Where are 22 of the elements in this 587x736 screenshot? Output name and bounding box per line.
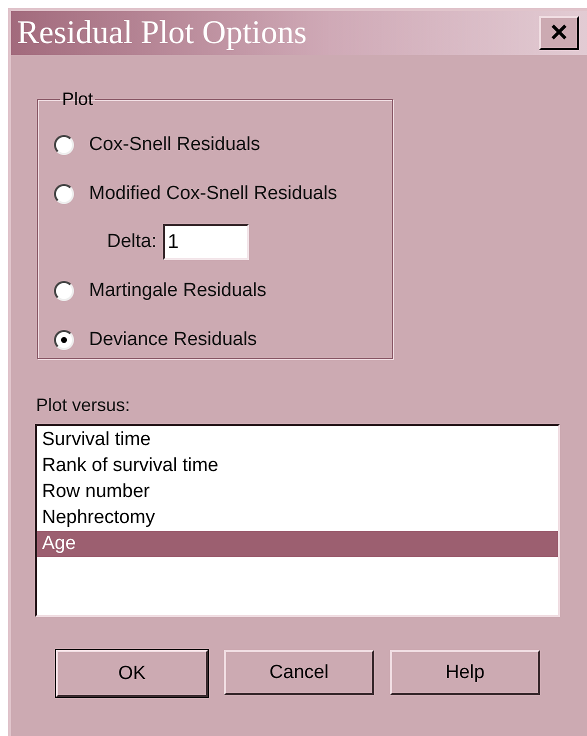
list-item[interactable]: Age <box>37 531 558 557</box>
radio-label: Modified Cox-Snell Residuals <box>89 182 338 204</box>
group-legend: Plot <box>60 89 96 110</box>
radio-button[interactable] <box>54 280 74 300</box>
list-item[interactable]: Row number <box>37 479 558 505</box>
window-title: Residual Plot Options <box>17 14 307 52</box>
list-label: Plot versus: <box>36 395 132 416</box>
delta-field[interactable]: 1 <box>162 224 249 260</box>
list-item[interactable]: Nephrectomy <box>37 505 558 531</box>
radio-button[interactable] <box>54 134 74 154</box>
radio-button[interactable] <box>54 184 74 204</box>
list-item[interactable]: Survival time <box>37 427 558 453</box>
dialog-button[interactable]: OK <box>56 650 208 697</box>
radio-button[interactable] <box>54 330 74 350</box>
list-item[interactable]: Rank of survival time <box>37 453 558 479</box>
dialog-button[interactable]: Help <box>390 650 540 695</box>
radio-label: Cox-Snell Residuals <box>89 134 260 156</box>
close-button[interactable]: × <box>539 16 579 50</box>
dialog-button[interactable]: Cancel <box>224 650 374 695</box>
radio-label: Deviance Residuals <box>89 328 257 350</box>
delta-label: Delta: <box>107 231 157 253</box>
radio-label: Martingale Residuals <box>89 280 266 302</box>
